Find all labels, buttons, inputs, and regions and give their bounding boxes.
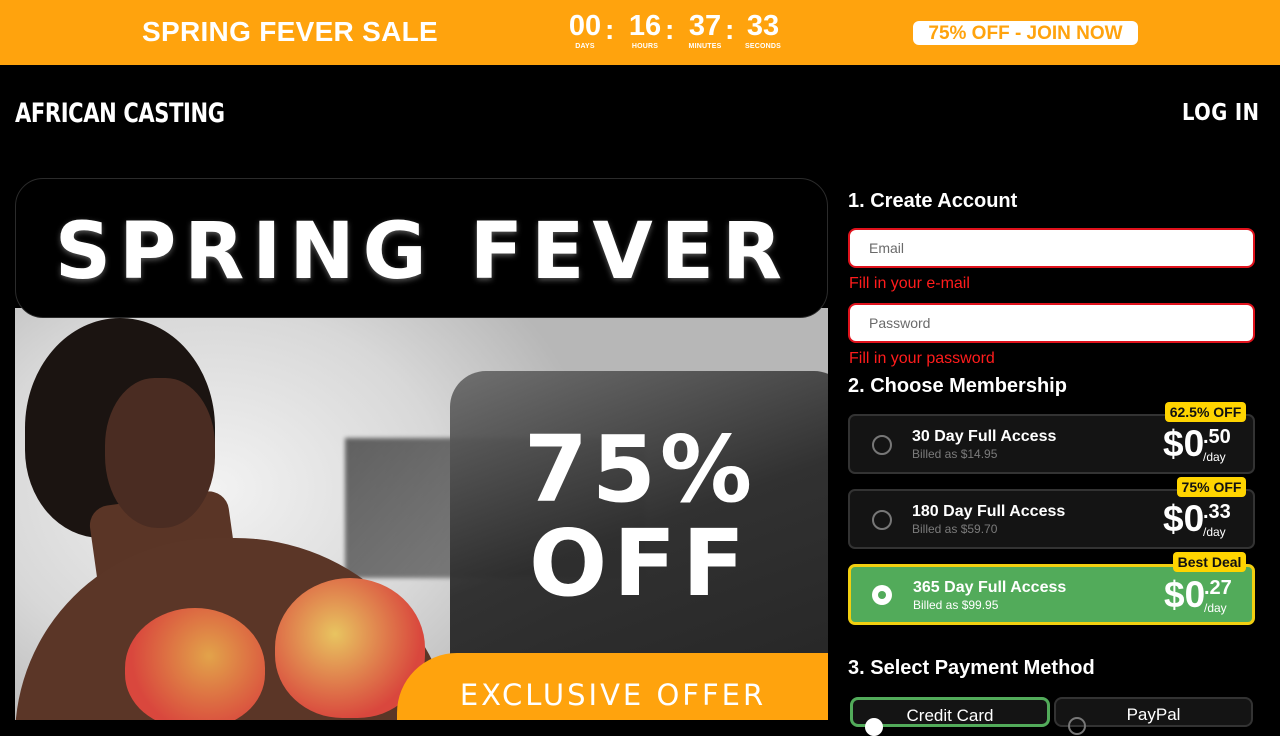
- plan-price-unit: /day: [1203, 450, 1226, 464]
- model-image-top-left: [125, 608, 265, 720]
- discount-off: OFF: [529, 510, 751, 617]
- plan-billed: Billed as $99.95: [913, 598, 999, 612]
- countdown-separator: :: [605, 14, 615, 45]
- payment-credit-card[interactable]: Credit Card: [850, 697, 1050, 736]
- countdown-hours-value: 16: [628, 10, 662, 42]
- countdown-minutes-label: MINUTES: [688, 43, 722, 50]
- step-payment-method-heading: 3. Select Payment Method: [848, 657, 1095, 679]
- plan-price-cents: .50: [1203, 426, 1231, 448]
- payment-paypal[interactable]: PayPal: [1054, 697, 1253, 735]
- step-choose-membership-heading: 2. Choose Membership: [848, 375, 1067, 397]
- plan-option-365-day[interactable]: 365 Day Full Access Billed as $99.95 $0 …: [848, 564, 1255, 625]
- plan-billed: Billed as $59.70: [912, 522, 998, 536]
- payment-label: PayPal: [1126, 705, 1181, 724]
- site-logo[interactable]: AFRICAN CASTING: [15, 98, 284, 136]
- sale-banner: SPRING FEVER SALE 00 DAYS : 16 HOURS : 3…: [0, 0, 1280, 65]
- countdown-days-value: 00: [568, 10, 602, 42]
- countdown-seconds-value: 33: [746, 10, 780, 42]
- countdown-seconds: 33 SECONDS: [738, 10, 788, 50]
- countdown-minutes-value: 37: [688, 10, 722, 42]
- plan-price-cents: .27: [1204, 577, 1232, 599]
- login-link[interactable]: LOG IN: [1182, 100, 1259, 126]
- email-field[interactable]: [848, 228, 1255, 268]
- countdown-seconds-label: SECONDS: [744, 43, 782, 50]
- email-error: Fill in your e-mail: [849, 275, 970, 292]
- sale-title: SPRING FEVER SALE: [142, 16, 439, 47]
- countdown-minutes: 37 MINUTES: [680, 10, 730, 50]
- countdown-days-label: DAYS: [575, 43, 595, 50]
- exclusive-offer-text: EXCLUSIVE OFFER: [459, 678, 767, 712]
- plan-option-30-day[interactable]: 30 Day Full Access Billed as $14.95 $0 .…: [848, 414, 1255, 474]
- payment-label: Credit Card: [906, 706, 994, 725]
- countdown-separator: :: [725, 14, 735, 45]
- logo-text: AFRICAN CASTING: [15, 98, 225, 129]
- countdown-days: 00 DAYS: [560, 10, 610, 50]
- plan-name: 180 Day Full Access: [912, 503, 1066, 520]
- hero-banner: SPRING FEVER 75% OFF EXCLUSIVE OFFER: [15, 178, 828, 720]
- radio-button[interactable]: [872, 510, 892, 530]
- password-field[interactable]: [848, 303, 1255, 343]
- plan-price: $0: [1163, 423, 1205, 464]
- countdown-separator: :: [665, 14, 675, 45]
- join-now-button[interactable]: 75% OFF - JOIN NOW: [913, 21, 1138, 45]
- hero-title-card: SPRING FEVER: [15, 178, 828, 318]
- plan-billed: Billed as $14.95: [912, 447, 998, 461]
- password-error: Fill in your password: [849, 350, 995, 367]
- plan-name: 365 Day Full Access: [913, 579, 1067, 596]
- discount-percent: 75%: [523, 416, 757, 523]
- radio-button[interactable]: [872, 435, 892, 455]
- countdown-hours: 16 HOURS: [620, 10, 670, 50]
- plan-price-unit: /day: [1203, 525, 1226, 539]
- model-image-face: [105, 378, 215, 528]
- plan-price-cents: .33: [1203, 501, 1231, 523]
- plan-price-unit: /day: [1204, 601, 1227, 615]
- plan-badge: Best Deal: [1173, 552, 1246, 572]
- plan-name: 30 Day Full Access: [912, 428, 1057, 445]
- step-create-account-heading: 1. Create Account: [848, 190, 1018, 212]
- plan-badge: 75% OFF: [1177, 477, 1246, 497]
- radio-button[interactable]: [872, 585, 892, 605]
- hero-title: SPRING FEVER: [54, 207, 791, 297]
- plan-price: $0: [1163, 498, 1205, 539]
- countdown-timer: 00 DAYS : 16 HOURS : 37 MINUTES : 33 SEC…: [560, 10, 790, 54]
- plan-badge: 62.5% OFF: [1165, 402, 1246, 422]
- plan-price: $0: [1164, 574, 1206, 615]
- plan-option-180-day[interactable]: 180 Day Full Access Billed as $59.70 $0 …: [848, 489, 1255, 549]
- countdown-hours-label: HOURS: [631, 43, 659, 50]
